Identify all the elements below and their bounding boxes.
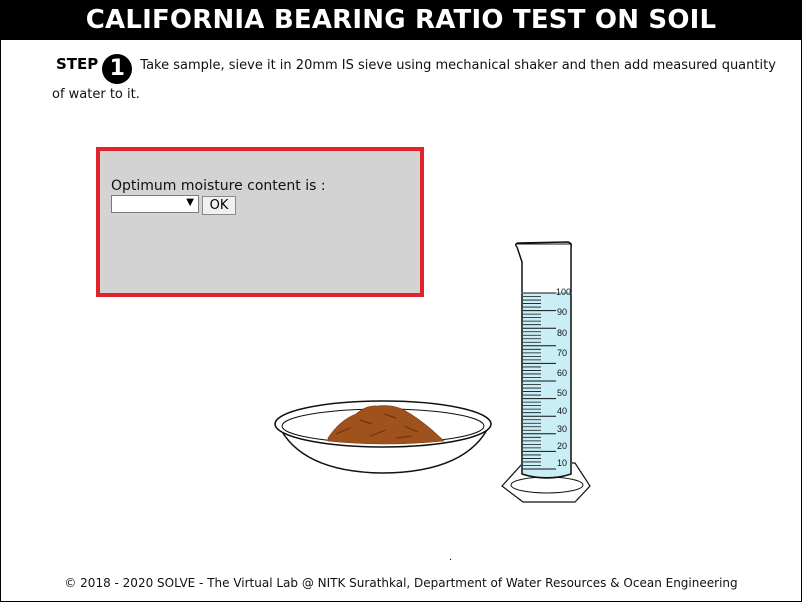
scale-label-40: 40 [557, 406, 567, 416]
scale-label-10: 10 [557, 458, 567, 468]
scale-label-90: 90 [557, 307, 567, 317]
scale-label-50: 50 [557, 388, 567, 398]
scale-label-20: 20 [557, 441, 567, 451]
scale-label-70: 70 [557, 348, 567, 358]
measuring-cylinder[interactable]: 100 90 80 70 60 50 40 30 20 10 [501, 241, 591, 503]
soil-bowl[interactable] [274, 400, 492, 474]
apparatus-illustration: 100 90 80 70 60 50 40 30 20 10 [274, 241, 591, 503]
scale-label-30: 30 [557, 424, 567, 434]
scale-label-100: 100 [556, 287, 571, 297]
scale-label-60: 60 [557, 368, 567, 378]
scale-label-80: 80 [557, 328, 567, 338]
placeholder-dot: . [449, 552, 453, 563]
footer-copyright: © 2018 - 2020 SOLVE - The Virtual Lab @ … [64, 576, 738, 590]
